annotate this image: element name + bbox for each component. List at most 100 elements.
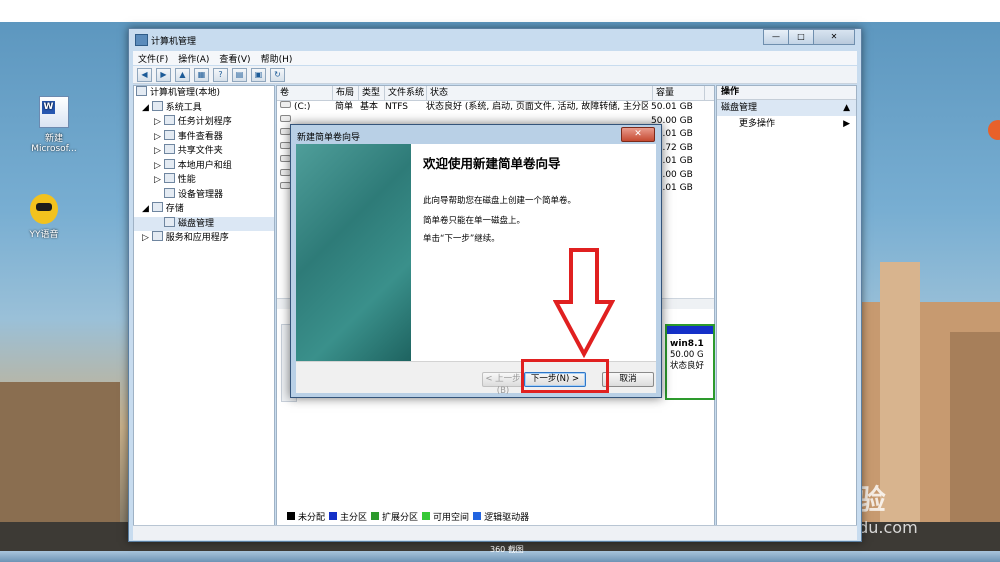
col-filesystem[interactable]: 文件系统 [385, 86, 427, 100]
col-volume[interactable]: 卷 [277, 86, 333, 100]
toolbar: ◀ ▶ ▲ ▦ ? ▤ ▣ ↻ [133, 66, 857, 84]
taskbar-text: 360 截图 [490, 545, 524, 554]
forward-arrow-icon[interactable]: ▶ [156, 67, 171, 82]
device-manager-icon [164, 187, 175, 198]
properties-icon[interactable]: ▤ [232, 67, 247, 82]
volume-icon [280, 114, 291, 122]
menubar: 文件(F) 操作(A) 查看(V) 帮助(H) [133, 51, 857, 65]
col-capacity[interactable]: 容量 [653, 86, 705, 100]
menu-view[interactable]: 查看(V) [214, 52, 255, 65]
table-cell: 基本 [360, 102, 379, 112]
menu-help[interactable]: 帮助(H) [256, 52, 298, 65]
users-icon [163, 158, 175, 169]
volume-icon [280, 101, 291, 108]
event-log-icon [163, 129, 175, 140]
table-cell: 状态良好 (系统, 启动, 页面文件, 活动, 故障转储, 主分区) [426, 102, 648, 112]
yy-bear-icon [30, 194, 58, 224]
table-cell: (C:) [277, 101, 332, 115]
table-cell: NTFS [385, 102, 408, 112]
services-icon [151, 231, 163, 241]
actions-more[interactable]: 更多操作 ▶ [717, 116, 856, 132]
tools-icon [151, 100, 163, 111]
partition-name: win8.1 [670, 339, 704, 349]
tree-item-local-users[interactable]: ▷ 本地用户和组 [134, 158, 274, 174]
disk-icon [164, 216, 175, 227]
tree-item-device-manager[interactable]: 设备管理器 [134, 187, 274, 203]
table-row[interactable]: (C:) 简单 基本 NTFS 状态良好 (系统, 启动, 页面文件, 活动, 故障转储… [277, 101, 714, 115]
export-icon[interactable]: ▣ [251, 67, 266, 82]
legend-label: 可用空间 [433, 512, 470, 523]
legend-swatch-unallocated [287, 512, 295, 520]
down-arrow-annotation-icon [553, 248, 615, 358]
shared-folder-icon [163, 144, 175, 154]
help-icon[interactable]: ? [213, 67, 228, 82]
menu-file[interactable]: 文件(F) [133, 52, 173, 65]
refresh-icon[interactable]: ↻ [270, 67, 285, 82]
legend-swatch-primary [329, 512, 338, 520]
wizard-line-1: 此向导帮助您在磁盘上创建一个简单卷。 [423, 196, 577, 206]
legend-swatch-free [422, 512, 431, 520]
taskbar[interactable]: 360 截图 [0, 545, 1000, 562]
desktop-icon-word[interactable]: W 新建 Microsof... [24, 96, 84, 154]
dialog-title: 新建简单卷向导 [297, 133, 361, 143]
cancel-button[interactable]: 取消 [602, 372, 654, 387]
back-arrow-icon[interactable]: ◀ [137, 67, 152, 82]
dialog-close-button[interactable]: ✕ [621, 127, 655, 142]
partition-size: 50.00 G [670, 350, 704, 360]
wizard-line-3: 单击“下一步”继续。 [423, 234, 500, 244]
col-type[interactable]: 类型 [359, 86, 385, 100]
tree-item-event-viewer[interactable]: ▷ 事件查看器 [134, 129, 274, 145]
actions-disk-management[interactable]: 磁盘管理 ▲ [717, 100, 856, 116]
actions-header: 操作 [717, 86, 856, 100]
tree-item-performance[interactable]: ▷ 性能 [134, 173, 274, 188]
wizard-banner-image [296, 144, 411, 361]
legend-swatch-logical [473, 512, 482, 520]
legend-swatch-extended [371, 512, 380, 520]
status-bar [133, 525, 857, 540]
legend-label: 未分配 [298, 512, 326, 523]
desktop-icon-label: 新建 Microsof... [31, 134, 77, 154]
window-titlebar[interactable]: 计算机管理 — □ ✕ [129, 29, 861, 49]
volume-table-header: 卷 布局 类型 文件系统 状态 容量 [277, 86, 714, 101]
clock-icon [163, 115, 175, 125]
collapse-arrow-icon: ▲ [843, 103, 850, 113]
legend-label: 主分区 [340, 512, 368, 523]
minimize-button[interactable]: — [763, 29, 789, 45]
table-cell: 简单 [335, 102, 354, 112]
table-cell: 50.01 GB [651, 102, 693, 112]
back-button[interactable]: < 上一步(B) [482, 372, 524, 396]
tree-item-system-tools[interactable]: ◢ 系统工具 [134, 100, 274, 116]
computer-management-icon [135, 34, 148, 46]
tree-item-storage[interactable]: ◢ 存储 [134, 202, 274, 217]
menu-action[interactable]: 操作(A) [173, 52, 214, 65]
window-title: 计算机管理 [151, 37, 197, 47]
wizard-heading: 欢迎使用新建简单卷向导 [423, 156, 561, 171]
volume-label: (C:) [294, 102, 311, 112]
desktop-icon-label: YY语音 [29, 230, 59, 240]
partition-win81[interactable]: win8.1 50.00 G 状态良好 [665, 324, 715, 400]
word-document-icon: W [39, 96, 69, 128]
col-status[interactable]: 状态 [427, 86, 653, 100]
tree-item-computer-management[interactable]: 计算机管理(本地) [134, 86, 274, 101]
storage-icon [151, 202, 163, 212]
performance-icon [163, 173, 175, 183]
tree-item-services-apps[interactable]: ▷ 服务和应用程序 [134, 231, 274, 246]
legend: 未分配 主分区 扩展分区 可用空间 逻辑驱动器 [283, 510, 530, 523]
actions-pane: 操作 磁盘管理 ▲ 更多操作 ▶ [716, 85, 857, 527]
partition-bar [667, 326, 713, 334]
col-layout[interactable]: 布局 [333, 86, 359, 100]
partition-status: 状态良好 [670, 361, 705, 371]
desktop-icon-yy[interactable]: YY语音 [14, 194, 74, 240]
console-tree-icon[interactable]: ▦ [194, 67, 209, 82]
floating-badge-icon[interactable] [988, 120, 1000, 140]
up-folder-icon[interactable]: ▲ [175, 67, 190, 82]
submenu-arrow-icon: ▶ [843, 119, 850, 129]
tree-item-task-scheduler[interactable]: ▷ 任务计划程序 [134, 115, 274, 130]
tree-item-shared-folders[interactable]: ▷ 共享文件夹 [134, 144, 274, 159]
console-tree: 计算机管理(本地) ◢ 系统工具 ▷ 任务计划程序 ▷ 事件查看器 ▷ 共享文件… [133, 85, 275, 527]
legend-label: 逻辑驱动器 [484, 512, 530, 523]
tree-item-disk-management[interactable]: 磁盘管理 [134, 216, 274, 231]
close-button[interactable]: ✕ [813, 29, 855, 45]
wizard-line-2: 简单卷只能在单一磁盘上。 [423, 216, 526, 226]
maximize-button[interactable]: □ [788, 29, 814, 45]
